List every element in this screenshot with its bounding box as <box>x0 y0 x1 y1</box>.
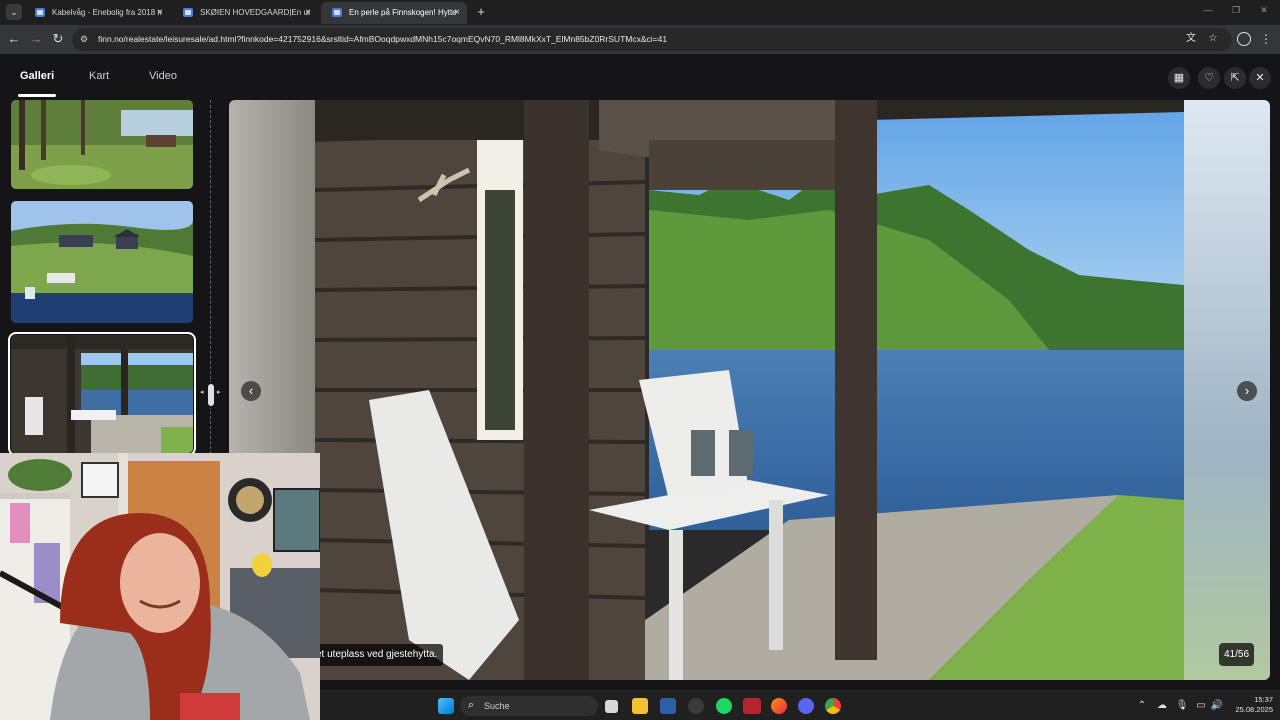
browser-tab-1[interactable]: Kabelvåg - Enebolig fra 2018 m × <box>24 2 170 24</box>
onedrive-cloud-icon[interactable]: ☁ <box>1155 699 1169 713</box>
resize-left-arrow-icon: ◂ <box>200 389 204 396</box>
site-info-icon[interactable]: ⚙ <box>80 34 91 45</box>
bookmark-star-icon[interactable]: ☆ <box>1206 32 1220 46</box>
taskbar-search[interactable]: ⌕ Suche <box>460 696 598 716</box>
network-icon[interactable]: ▭ <box>1194 699 1208 713</box>
tab-title: En perle på Finnskogen! Hytte <box>349 8 457 17</box>
profile-icon[interactable] <box>1237 32 1251 46</box>
restore-icon[interactable]: ❐ <box>1226 5 1246 16</box>
forward-arrow-icon[interactable]: → <box>28 31 44 47</box>
gallery-thumbnail[interactable] <box>11 100 193 189</box>
search-placeholder: Suche <box>484 701 510 711</box>
tab-close-icon[interactable]: × <box>302 2 314 24</box>
close-gallery-icon[interactable]: ✕ <box>1249 67 1271 89</box>
previous-image-button[interactable]: ‹ <box>241 381 261 401</box>
tab-close-icon[interactable]: × <box>154 2 166 24</box>
browser-tabstrip: ⌄ Kabelvåg - Enebolig fra 2018 m × SKØIE… <box>0 0 1280 25</box>
tab-video[interactable]: Video <box>149 70 177 92</box>
back-arrow-icon[interactable]: ← <box>6 31 22 47</box>
tab-close-icon[interactable]: × <box>451 2 463 24</box>
tab-kart[interactable]: Kart <box>89 70 109 92</box>
tab-search-chevron-icon[interactable]: ⌄ <box>6 4 22 20</box>
new-tab-button[interactable]: + <box>474 4 488 20</box>
volume-icon[interactable]: 🔊 <box>1210 699 1224 713</box>
discord-icon[interactable] <box>798 698 814 714</box>
url-text[interactable]: finn.no/realestate/leisuresale/ad.html?f… <box>98 28 1178 51</box>
gallery-thumbnail[interactable] <box>11 201 193 323</box>
finn-favicon-icon <box>332 8 342 17</box>
clock-time: 15:37 <box>1254 695 1273 704</box>
microphone-icon[interactable]: 🎙 <box>1175 699 1189 713</box>
favorite-heart-icon[interactable]: ♡ <box>1198 67 1220 89</box>
browser-tab-3-active[interactable]: En perle på Finnskogen! Hytte × <box>321 2 467 24</box>
image-caption: et uteplass ved gjestehytta. <box>310 644 444 666</box>
window-close-icon[interactable]: ✕ <box>1254 5 1274 16</box>
main-gallery-image <box>229 100 1270 680</box>
file-explorer-icon[interactable] <box>632 698 648 714</box>
clock-date: 25.08.2025 <box>1235 705 1273 714</box>
firefox-icon[interactable] <box>771 698 787 714</box>
store-icon[interactable] <box>660 698 676 714</box>
share-icon[interactable]: ⇱ <box>1224 67 1246 89</box>
minimize-icon[interactable]: — <box>1198 5 1218 15</box>
address-bar[interactable]: ⚙ finn.no/realestate/leisuresale/ad.html… <box>72 28 1232 51</box>
windows-taskbar: ⌕ Suche ⌃ ☁ 🎙 ▭ 🔊 15:37 25.08.2025 <box>320 690 1280 720</box>
gallery-thumbnail-selected[interactable] <box>8 332 196 456</box>
chrome-icon[interactable] <box>825 698 841 714</box>
windows-start-icon[interactable] <box>438 698 454 714</box>
search-icon: ⌕ <box>468 699 475 711</box>
browser-tab-2[interactable]: SKØIEN HOVEDGAARD|En unik × <box>172 2 318 24</box>
spotify-icon[interactable] <box>716 698 732 714</box>
system-clock[interactable]: 15:37 25.08.2025 <box>1225 695 1273 715</box>
translate-icon[interactable]: 文 <box>1184 32 1198 46</box>
resize-right-arrow-icon: ▸ <box>217 389 221 396</box>
browser-toolbar: ← → ↻ ⚙ finn.no/realestate/leisuresale/a… <box>0 25 1280 54</box>
image-counter: 41/56 <box>1219 643 1255 666</box>
obs-icon[interactable] <box>688 698 704 714</box>
task-view-icon[interactable] <box>605 700 618 713</box>
tray-overflow-chevron-icon[interactable]: ⌃ <box>1135 699 1149 713</box>
panel-resize-handle[interactable] <box>206 382 216 408</box>
next-image-button[interactable]: › <box>1237 381 1257 401</box>
browser-menu-icon[interactable]: ⋮ <box>1260 31 1272 47</box>
finn-favicon-icon <box>183 8 193 17</box>
finn-favicon-icon <box>35 8 45 17</box>
voicemeeter-icon[interactable] <box>743 698 761 714</box>
tab-title: Kabelvåg - Enebolig fra 2018 m <box>52 8 162 17</box>
floorplan-icon[interactable]: ▦ <box>1168 67 1190 89</box>
reload-icon[interactable]: ↻ <box>50 31 66 47</box>
tab-galleri[interactable]: Galleri <box>17 70 57 97</box>
tab-title: SKØIEN HOVEDGAARD|En unik <box>200 8 310 17</box>
webcam-overlay <box>0 453 320 720</box>
